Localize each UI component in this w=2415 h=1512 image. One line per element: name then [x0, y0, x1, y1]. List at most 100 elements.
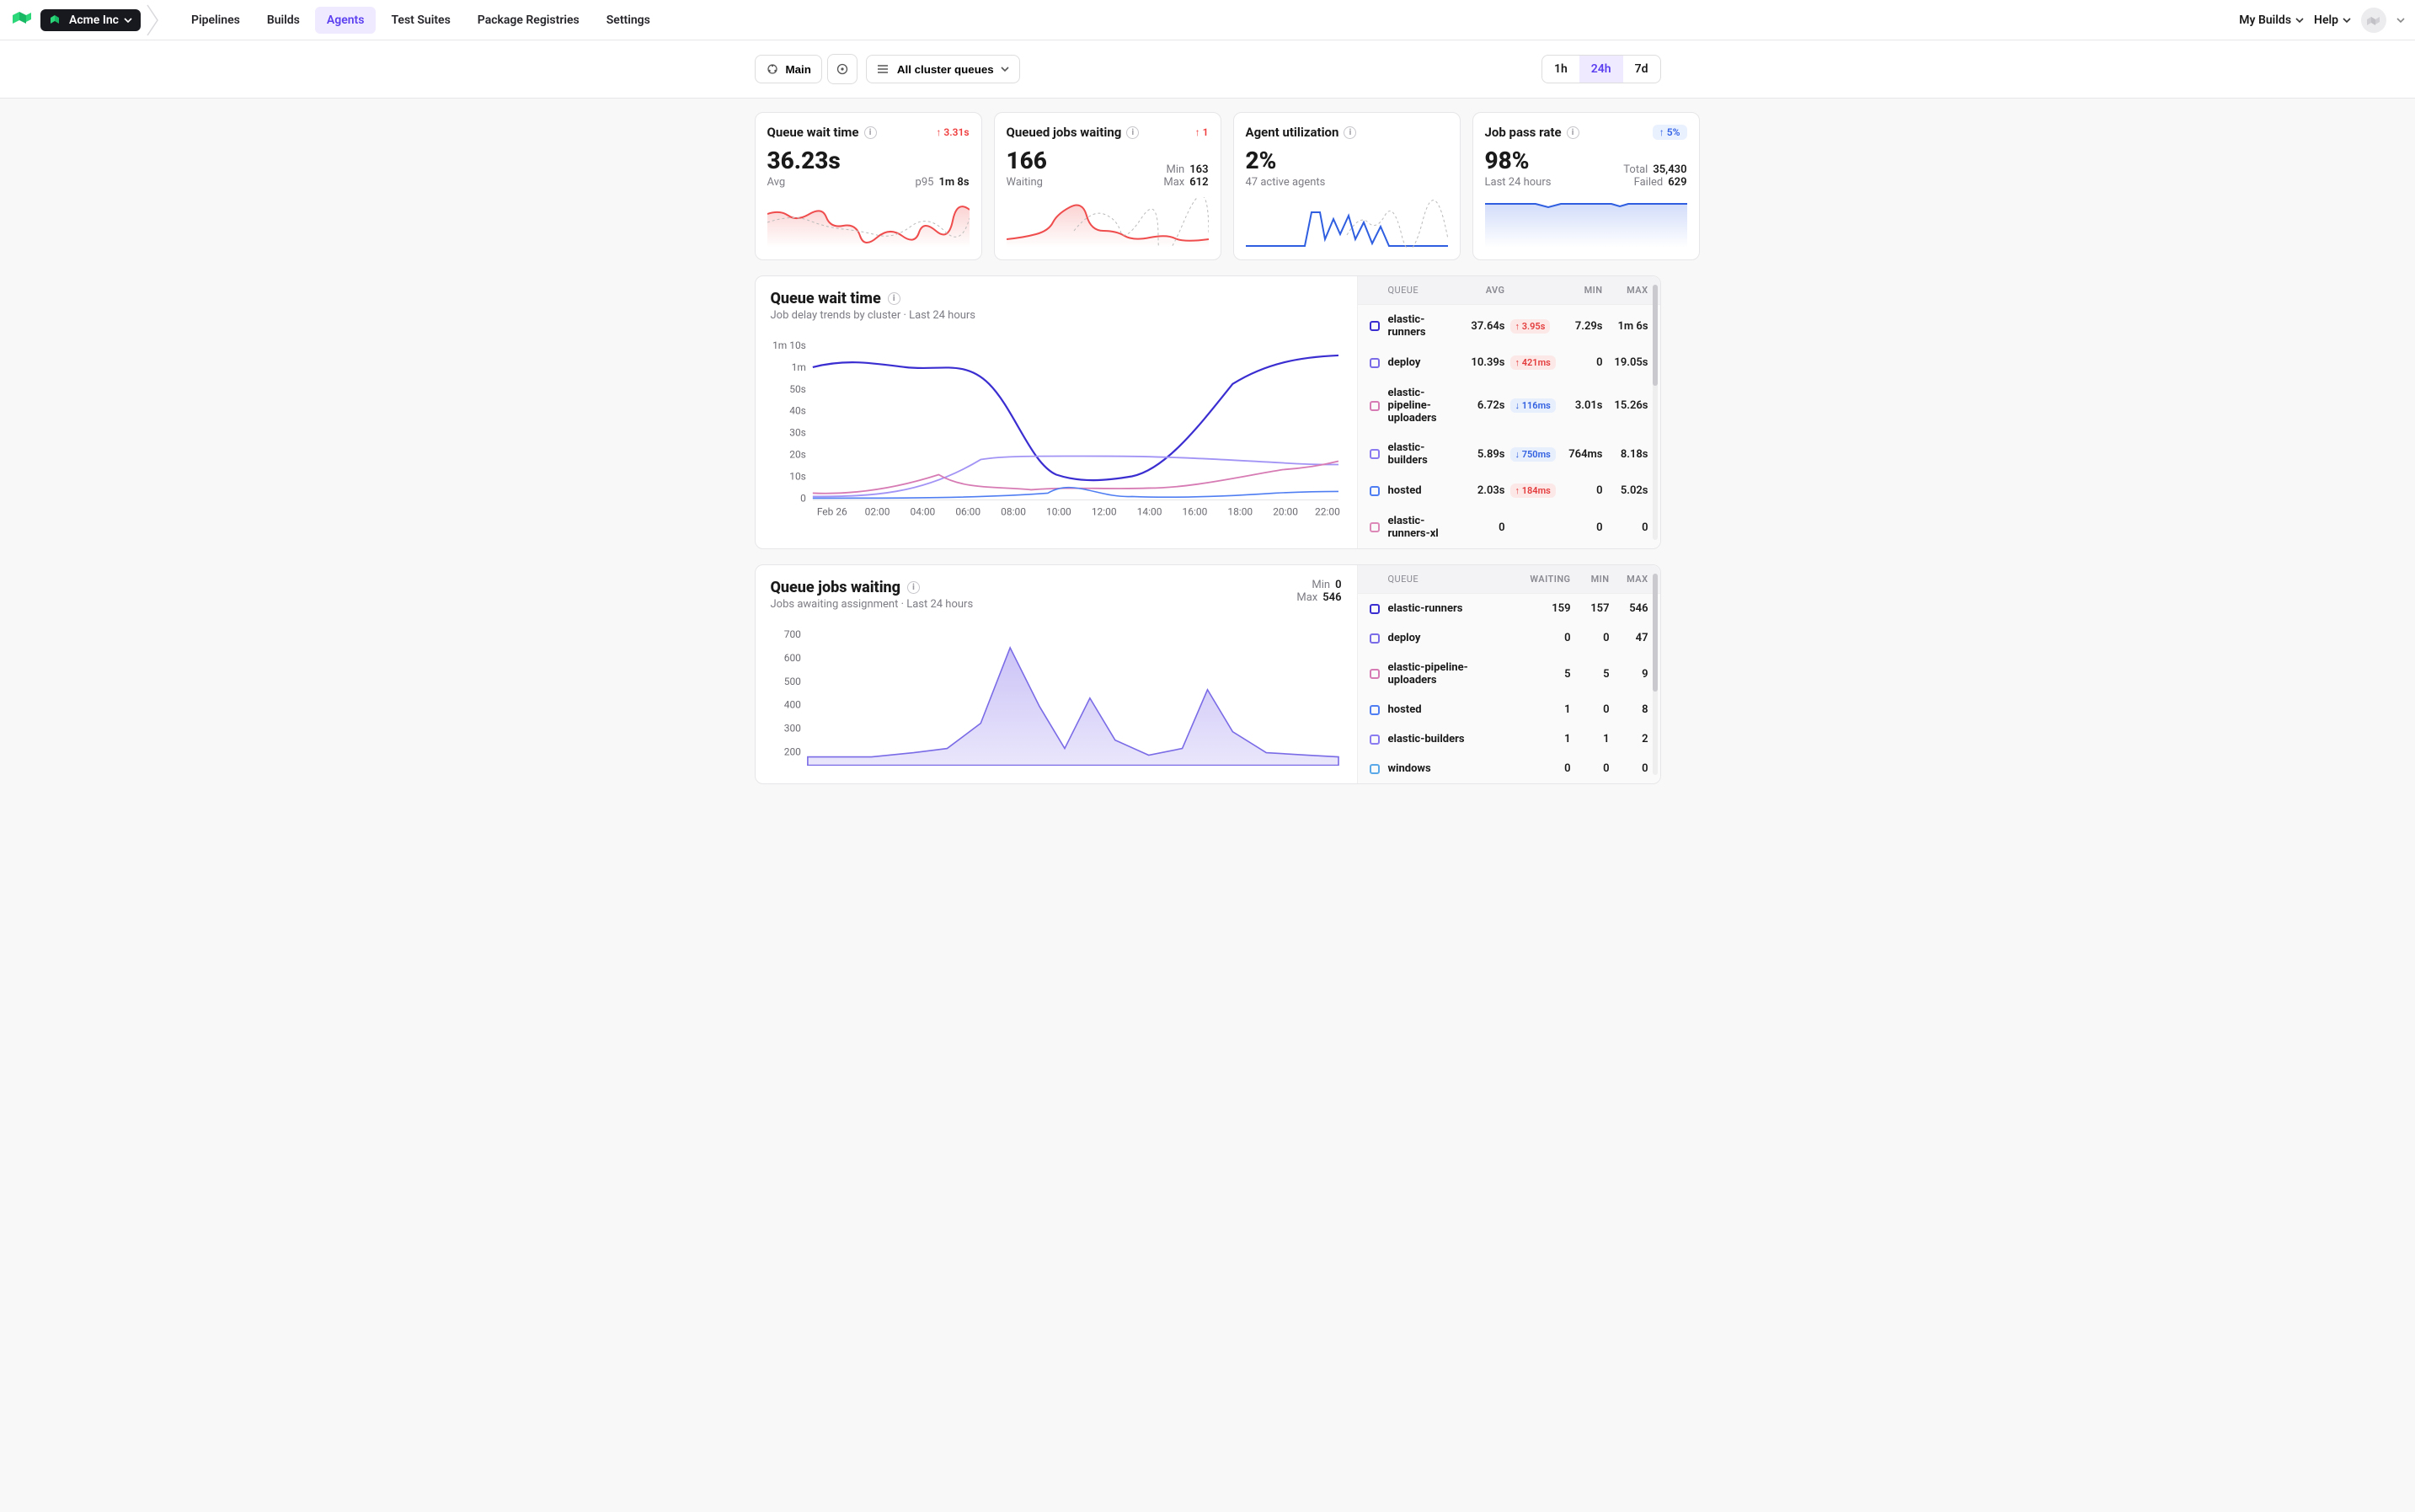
queue-name: elastic-runners — [1388, 313, 1455, 339]
org-switcher[interactable]: Acme Inc — [40, 9, 141, 31]
table-row[interactable]: elastic-pipeline-uploaders 6.72s ↓ 116ms… — [1358, 378, 1660, 433]
queues-select[interactable]: All cluster queues — [866, 55, 1020, 83]
queue-color-icon — [1370, 604, 1380, 614]
table-row[interactable]: elastic-runners 159 157 546 — [1358, 594, 1660, 623]
timerange-1h[interactable]: 1h — [1542, 56, 1579, 83]
min-value: 0 — [1576, 632, 1610, 644]
svg-text:400: 400 — [783, 699, 800, 711]
main-nav: Pipelines Builds Agents Test Suites Pack… — [179, 7, 662, 34]
min-value: 0 — [1563, 521, 1603, 534]
table-row[interactable]: windows 0 0 0 — [1358, 754, 1660, 783]
my-builds-link[interactable]: My Builds — [2239, 13, 2304, 27]
delta-badge: ↑ 421ms — [1510, 355, 1557, 370]
tab-pipelines[interactable]: Pipelines — [179, 7, 252, 34]
user-avatar[interactable] — [2361, 8, 2386, 33]
tab-builds[interactable]: Builds — [255, 7, 312, 34]
svg-text:06:00: 06:00 — [955, 505, 980, 517]
table-row[interactable]: elastic-builders 5.89s ↓ 750ms 764ms 8.1… — [1358, 433, 1660, 475]
table-row[interactable]: elastic-runners-xl 0 0 0 — [1358, 506, 1660, 548]
chevron-down-icon — [2343, 16, 2351, 24]
waiting-value: 5 — [1520, 668, 1571, 681]
min-value: 0 — [1576, 703, 1610, 716]
scrollbar-thumb[interactable] — [1653, 285, 1658, 386]
max-value: 1m 6s — [1608, 320, 1648, 333]
panel-queue-jobs: Queue jobs waitingi Jobs awaiting assign… — [755, 564, 1661, 784]
avg-value: 6.72s — [1460, 399, 1505, 412]
info-icon[interactable]: i — [888, 292, 900, 305]
scrollbar-thumb[interactable] — [1653, 574, 1658, 692]
filter-toolbar: Main All cluster queues 1h 24h 7d — [0, 40, 2415, 99]
card-title: Queued jobs waiting — [1007, 125, 1122, 140]
buildkite-logo-icon[interactable] — [10, 8, 34, 32]
svg-text:12:00: 12:00 — [1091, 505, 1116, 517]
queue-color-icon — [1370, 358, 1380, 368]
queue-color-icon — [1370, 449, 1380, 459]
avg-value: 2.03s — [1460, 484, 1505, 497]
svg-text:200: 200 — [783, 746, 800, 758]
avatar-icon — [2364, 11, 2383, 29]
table-row[interactable]: hosted 2.03s ↑ 184ms 0 5.02s — [1358, 475, 1660, 506]
table-row[interactable]: elastic-pipeline-uploaders 5 5 9 — [1358, 653, 1660, 695]
page-content: Queue wait timei ↑ 3.31s 36.23s Avg p951… — [745, 99, 1671, 818]
timerange-24h[interactable]: 24h — [1579, 56, 1623, 83]
queue-name: elastic-pipeline-uploaders — [1388, 387, 1455, 425]
info-icon[interactable]: i — [1344, 126, 1356, 139]
chevron-down-icon — [124, 16, 132, 24]
sparkline — [1485, 197, 1687, 248]
help-link[interactable]: Help — [2314, 13, 2351, 27]
tab-package-registries[interactable]: Package Registries — [466, 7, 591, 34]
queue-jobs-chart[interactable]: 700 600 500 400 300 200 — [771, 622, 1342, 766]
waiting-value: 1 — [1520, 703, 1571, 716]
queue-icon — [877, 62, 890, 76]
svg-text:08:00: 08:00 — [1001, 505, 1026, 517]
table-row[interactable]: deploy 0 0 47 — [1358, 623, 1660, 653]
queue-name: deploy — [1388, 632, 1515, 644]
card-title: Job pass rate — [1485, 125, 1562, 140]
delta-indicator: ↑ 3.31s — [936, 126, 969, 138]
info-icon[interactable]: i — [1567, 126, 1579, 139]
card-queue-wait[interactable]: Queue wait timei ↑ 3.31s 36.23s Avg p951… — [755, 112, 982, 260]
queue-name: windows — [1388, 762, 1515, 775]
queue-name: hosted — [1388, 484, 1455, 497]
tab-test-suites[interactable]: Test Suites — [379, 7, 462, 34]
table-row[interactable]: elastic-builders 1 1 2 — [1358, 724, 1660, 754]
tab-settings[interactable]: Settings — [595, 7, 662, 34]
waiting-value: 159 — [1520, 602, 1571, 615]
queue-name: elastic-builders — [1388, 733, 1515, 745]
target-icon — [836, 62, 849, 76]
timerange-7d[interactable]: 7d — [1623, 56, 1660, 83]
queue-wait-table: QUEUE AVG MIN MAX elastic-runners 37.64s… — [1357, 276, 1660, 548]
table-row[interactable]: hosted 1 0 8 — [1358, 695, 1660, 724]
min-value: 764ms — [1563, 448, 1603, 461]
waiting-value: 0 — [1520, 762, 1571, 775]
svg-text:04:00: 04:00 — [910, 505, 935, 517]
svg-text:600: 600 — [783, 652, 800, 664]
table-row[interactable]: elastic-runners 37.64s ↑ 3.95s 7.29s 1m … — [1358, 305, 1660, 347]
table-header: QUEUE AVG MIN MAX — [1358, 276, 1660, 305]
svg-text:500: 500 — [783, 676, 800, 687]
metric-value: 2% — [1246, 147, 1448, 174]
info-icon[interactable]: i — [864, 126, 877, 139]
info-icon[interactable]: i — [1126, 126, 1139, 139]
queue-color-icon — [1370, 321, 1380, 331]
table-row[interactable]: deploy 10.39s ↑ 421ms 0 19.05s — [1358, 347, 1660, 378]
svg-text:20:00: 20:00 — [1273, 505, 1298, 517]
delta-badge: ↑ 3.95s — [1510, 319, 1557, 334]
min-value: 1 — [1576, 733, 1610, 745]
delta-badge: ↓ 116ms — [1510, 398, 1557, 413]
cluster-select[interactable]: Main — [755, 55, 822, 83]
svg-text:Feb 26: Feb 26 — [816, 505, 847, 517]
card-agent-utilization[interactable]: Agent utilizationi 2% 47 active agents — [1233, 112, 1461, 260]
delta-badge: ↓ 750ms — [1510, 447, 1557, 462]
svg-text:10:00: 10:00 — [1046, 505, 1071, 517]
card-queued-jobs[interactable]: Queued jobs waitingi ↑ 1 166 Waiting Min… — [994, 112, 1221, 260]
queue-color-icon — [1370, 401, 1380, 411]
waiting-value: 0 — [1520, 632, 1571, 644]
avg-value: 0 — [1460, 521, 1505, 534]
tab-agents[interactable]: Agents — [315, 7, 377, 34]
cluster-settings-button[interactable] — [827, 54, 858, 84]
min-value: 3.01s — [1563, 399, 1603, 412]
card-pass-rate[interactable]: Job pass ratei ↑ 5% 98% Last 24 hours To… — [1472, 112, 1700, 260]
queue-wait-chart[interactable]: 1m 10s 1m 50s 40s 30s 20s 10s 0 — [771, 334, 1342, 526]
info-icon[interactable]: i — [907, 581, 920, 594]
